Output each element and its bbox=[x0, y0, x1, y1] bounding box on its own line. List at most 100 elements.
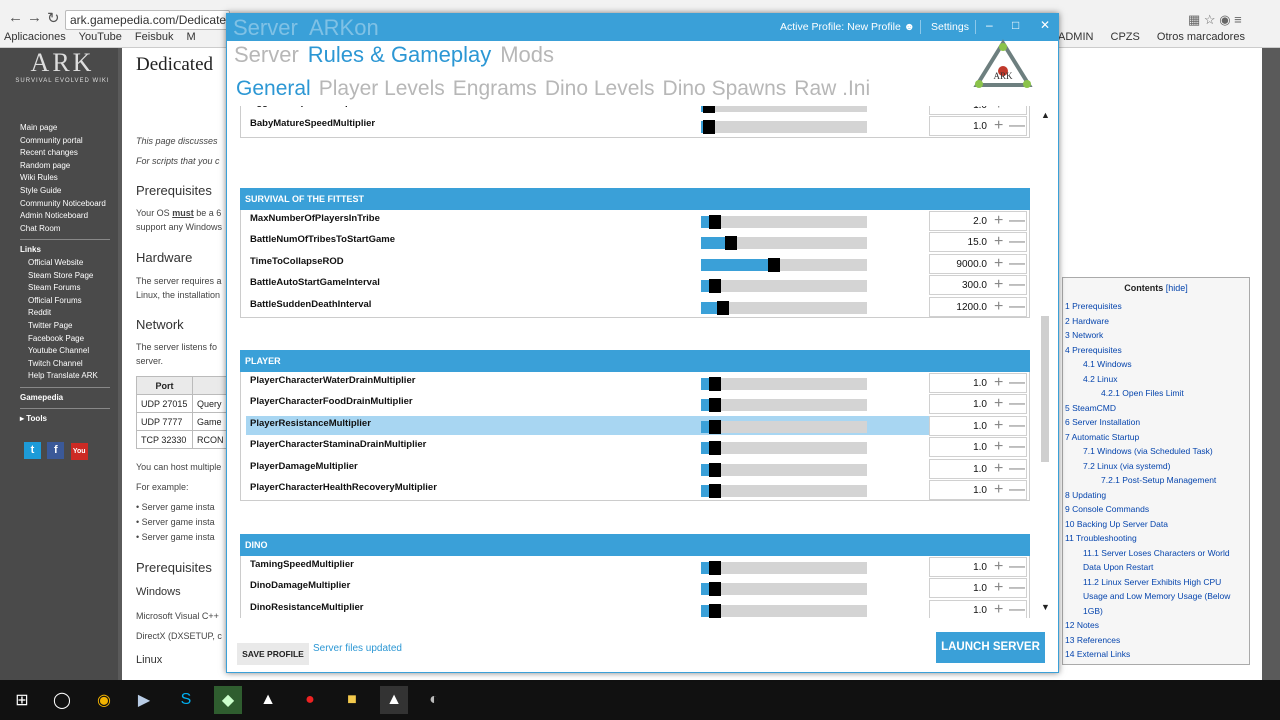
plus-icon[interactable]: + bbox=[994, 255, 1003, 273]
wiki-nav-link[interactable]: Admin Noticeboard bbox=[20, 210, 110, 223]
setting-value-box[interactable]: 9000.0 + — bbox=[929, 253, 1027, 274]
minus-icon[interactable]: — bbox=[1009, 298, 1025, 316]
toc-item[interactable]: 7.2 Linux (via systemd) bbox=[1063, 459, 1249, 474]
plus-icon[interactable]: + bbox=[994, 106, 1003, 114]
bookmark-cpzs[interactable]: CPZS bbox=[1111, 31, 1140, 43]
minus-icon[interactable]: — bbox=[1009, 460, 1025, 478]
slider-thumb[interactable] bbox=[768, 257, 780, 272]
minus-icon[interactable]: — bbox=[1009, 417, 1025, 435]
plus-icon[interactable]: + bbox=[994, 601, 1003, 618]
setting-value-box[interactable]: 1.0 + — bbox=[929, 373, 1027, 393]
plus-icon[interactable]: + bbox=[994, 417, 1003, 435]
toc-item[interactable]: 2 Hardware bbox=[1063, 314, 1249, 329]
setting-row[interactable]: BattleAutoStartGameInterval 300.0 + — bbox=[241, 274, 1029, 296]
scrollbar-thumb[interactable] bbox=[1041, 316, 1049, 462]
subtab-raw-ini[interactable]: Raw .Ini bbox=[794, 77, 870, 100]
setting-row[interactable]: TamingSpeedMultiplier 1.0 + — bbox=[241, 556, 1029, 577]
maximize-icon[interactable]: □ bbox=[1012, 18, 1019, 32]
plus-icon[interactable]: + bbox=[994, 374, 1003, 392]
toc-item[interactable]: 1 Prerequisites bbox=[1063, 299, 1249, 314]
toc-item[interactable]: 12 Notes bbox=[1063, 618, 1249, 633]
slider-thumb[interactable] bbox=[709, 279, 721, 294]
toc-item[interactable]: 6 Server Installation bbox=[1063, 415, 1249, 430]
setting-value-box[interactable]: 1.0 + — bbox=[929, 458, 1027, 479]
toc-item[interactable]: 13 References bbox=[1063, 633, 1249, 648]
plus-icon[interactable]: + bbox=[994, 395, 1003, 413]
minus-icon[interactable]: — bbox=[1009, 233, 1025, 251]
setting-row[interactable]: EggHatchSpeedMultiplier 1.0 + — bbox=[241, 106, 1029, 115]
minus-icon[interactable]: — bbox=[1009, 601, 1025, 618]
bookmark-feisbuk[interactable]: Feisbuk bbox=[135, 31, 174, 43]
setting-row[interactable]: PlayerCharacterStaminaDrainMultiplier 1.0… bbox=[241, 436, 1029, 458]
setting-value-box[interactable]: 1.0 + — bbox=[929, 557, 1027, 577]
slider-thumb[interactable] bbox=[709, 419, 721, 434]
setting-slider[interactable] bbox=[701, 120, 867, 135]
setting-value-box[interactable]: 1.0 + — bbox=[929, 578, 1027, 599]
active-profile-label[interactable]: Active Profile: New Profile ☻ bbox=[780, 21, 915, 33]
plus-icon[interactable]: + bbox=[994, 298, 1003, 316]
menu-icon[interactable]: ≡ bbox=[1234, 12, 1242, 27]
settings-scroll-area[interactable]: EggHatchSpeedMultiplier1.0+—BabyMatureSp… bbox=[240, 106, 1030, 618]
subtab-engrams[interactable]: Engrams bbox=[453, 77, 537, 100]
chrome-icon[interactable]: ◉ bbox=[90, 686, 118, 714]
tab-rules-gameplay[interactable]: Rules & Gameplay bbox=[308, 42, 491, 67]
setting-value[interactable]: 1.0 bbox=[930, 121, 987, 132]
subtab-dino-spawns[interactable]: Dino Spawns bbox=[663, 77, 787, 100]
minus-icon[interactable]: — bbox=[1009, 438, 1025, 456]
wiki-tools-header[interactable]: ▸ Tools bbox=[20, 413, 110, 426]
bookmark-apps[interactable]: Aplicaciones bbox=[4, 31, 66, 43]
setting-slider[interactable] bbox=[701, 106, 867, 113]
wiki-external-link[interactable]: Twitch Channel bbox=[20, 358, 110, 371]
setting-row[interactable]: BabyMatureSpeedMultiplier 1.0 + — bbox=[241, 115, 1029, 137]
toc-item[interactable]: 7 Automatic Startup bbox=[1063, 430, 1249, 445]
setting-slider[interactable] bbox=[701, 462, 867, 477]
toc-item[interactable]: 4.1 Windows bbox=[1063, 357, 1249, 372]
setting-row[interactable]: MaxNumberOfPlayersInTribe 2.0 + — bbox=[241, 210, 1029, 231]
wiki-logo[interactable]: ARK SURVIVAL EVOLVED WIKI bbox=[15, 48, 110, 112]
twitter-icon[interactable]: t bbox=[24, 442, 41, 459]
wiki-external-link[interactable]: Facebook Page bbox=[20, 333, 110, 346]
toc-item[interactable]: 11.1 Server Loses Characters or World Da… bbox=[1063, 546, 1249, 575]
setting-value[interactable]: 300.0 bbox=[930, 280, 987, 291]
save-profile-button[interactable]: SAVE PROFILE bbox=[237, 643, 309, 665]
plus-icon[interactable]: + bbox=[994, 460, 1003, 478]
minus-icon[interactable]: — bbox=[1009, 395, 1025, 413]
setting-value[interactable]: 1.0 bbox=[930, 485, 987, 496]
wiki-nav-link[interactable]: Chat Room bbox=[20, 223, 110, 236]
slider-thumb[interactable] bbox=[709, 441, 721, 456]
setting-value[interactable]: 9000.0 bbox=[930, 259, 987, 270]
setting-value-box[interactable]: 1.0 + — bbox=[929, 394, 1027, 415]
setting-value[interactable]: 2.0 bbox=[930, 216, 987, 227]
plus-icon[interactable]: + bbox=[994, 276, 1003, 294]
setting-slider[interactable] bbox=[701, 300, 867, 315]
setting-row[interactable]: PlayerCharacterWaterDrainMultiplier 1.0 + — bbox=[241, 372, 1029, 393]
wiki-nav-link[interactable]: Main page bbox=[20, 122, 110, 135]
minus-icon[interactable]: — bbox=[1009, 558, 1025, 576]
setting-slider[interactable] bbox=[701, 236, 867, 251]
setting-value[interactable]: 1.0 bbox=[930, 442, 987, 453]
setting-row[interactable]: PlayerCharacterHealthRecoveryMultiplier 1… bbox=[241, 479, 1029, 500]
bookmark-admin[interactable]: ADMIN bbox=[1058, 31, 1093, 43]
plus-icon[interactable]: + bbox=[994, 558, 1003, 576]
wiki-external-link[interactable]: Reddit bbox=[20, 307, 110, 320]
wiki-gamepedia-header[interactable]: Gamepedia bbox=[20, 392, 110, 405]
minus-icon[interactable]: — bbox=[1009, 255, 1025, 273]
plus-icon[interactable]: + bbox=[994, 481, 1003, 499]
bookmark-m[interactable]: M bbox=[187, 31, 196, 43]
wiki-external-link[interactable]: Official Website bbox=[20, 257, 110, 270]
setting-slider[interactable] bbox=[701, 377, 867, 391]
toc-item[interactable]: 8 Updating bbox=[1063, 488, 1249, 503]
setting-slider[interactable] bbox=[701, 398, 867, 413]
title-tab-arkon[interactable]: ARKon bbox=[309, 15, 379, 41]
wiki-external-link[interactable]: Steam Store Page bbox=[20, 270, 110, 283]
slider-thumb[interactable] bbox=[709, 377, 721, 391]
extension-icon[interactable]: ◉ bbox=[1219, 12, 1230, 27]
section-header[interactable]: SURVIVAL OF THE FITTEST bbox=[240, 188, 1030, 210]
youtube-icon[interactable]: You bbox=[70, 443, 88, 460]
setting-row[interactable]: PlayerCharacterFoodDrainMultiplier 1.0 + — bbox=[241, 393, 1029, 415]
slider-thumb[interactable] bbox=[709, 215, 721, 229]
setting-value-box[interactable]: 2.0 + — bbox=[929, 211, 1027, 231]
section-header[interactable]: PLAYER bbox=[240, 350, 1030, 372]
minus-icon[interactable]: — bbox=[1009, 117, 1025, 135]
setting-row[interactable]: DinoDamageMultiplier 1.0 + — bbox=[241, 577, 1029, 599]
